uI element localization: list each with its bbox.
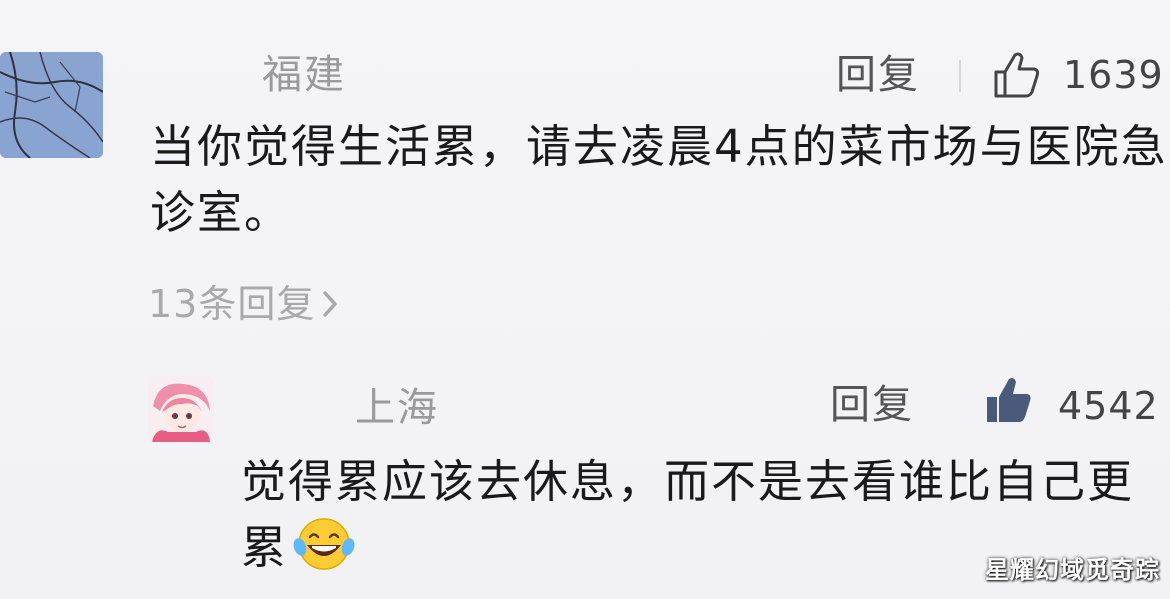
view-replies-link[interactable]: 13条回复	[148, 285, 341, 323]
avatar-anime-image	[148, 376, 214, 442]
reply-button[interactable]: 回复	[836, 55, 920, 95]
chevron-right-icon	[323, 291, 338, 317]
reply-button[interactable]: 回复	[830, 385, 914, 425]
replies-count-label: 13条回复	[148, 282, 316, 326]
comment-text: 当你觉得生活累，请去凌晨4点的菜市场与医院急诊室。	[150, 120, 1168, 239]
laugh-cry-emoji-icon	[292, 515, 356, 591]
user-avatar[interactable]	[0, 52, 103, 158]
like-count: 1639	[1063, 53, 1164, 97]
avatar-tree-image	[0, 52, 103, 158]
watermark-text: 星耀幻域觅奇踪	[985, 556, 1160, 584]
user-avatar[interactable]	[148, 376, 214, 442]
thumb-up-outline-icon[interactable]	[992, 50, 1042, 104]
comments-screen: 福建 回复 1639 当你觉得生活累，请去凌晨4点的菜市场与医院急诊室。 13条…	[0, 0, 1170, 599]
thumb-up-filled-icon[interactable]	[984, 375, 1034, 429]
action-divider	[959, 60, 961, 92]
comment-location: 上海	[355, 385, 439, 431]
like-count: 4542	[1058, 384, 1159, 428]
comment-location: 福建	[262, 52, 346, 98]
